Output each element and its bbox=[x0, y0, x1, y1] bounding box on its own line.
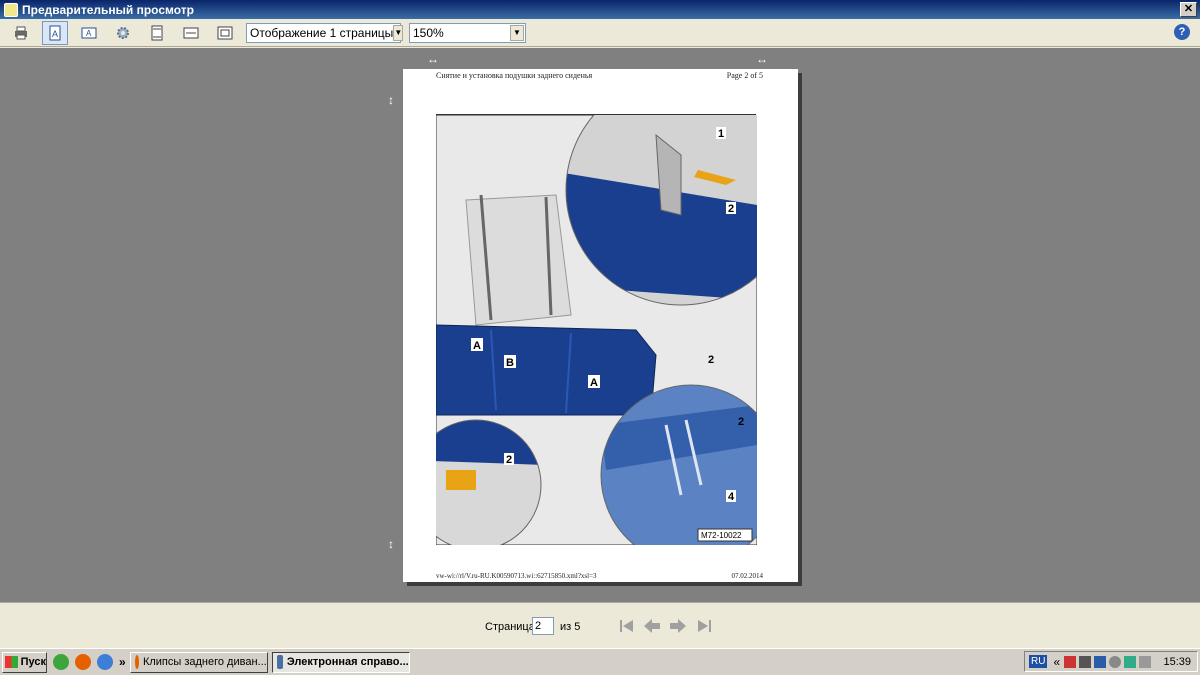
next-page-icon[interactable] bbox=[668, 616, 688, 636]
help-button[interactable]: ? bbox=[1174, 24, 1190, 40]
taskbar-item-help[interactable]: Электронная справо... bbox=[271, 651, 410, 673]
printer-icon bbox=[15, 26, 27, 39]
title-bar: Предварительный просмотр ✕ bbox=[0, 0, 1200, 19]
toolbar: A A Отображение 1 страницы ▼ 150% ▼ ? bbox=[0, 19, 1200, 47]
svg-text:A: A bbox=[86, 29, 92, 38]
page-header-title: Снятие и установка подушки заднего сиден… bbox=[436, 71, 593, 80]
taskbar-item-firefox[interactable]: Клипсы заднего диван... bbox=[129, 651, 268, 673]
windows-flag-icon bbox=[5, 656, 18, 668]
printer-tray-icon[interactable] bbox=[1139, 655, 1152, 668]
document-page: Снятие и установка подушки заднего сиден… bbox=[403, 69, 798, 582]
page-navigation: Страница 2 из 5 bbox=[0, 602, 1200, 648]
zoom-select[interactable]: 150% ▼ bbox=[409, 22, 526, 43]
speaker-icon[interactable] bbox=[1079, 655, 1092, 668]
firefox-icon bbox=[134, 655, 139, 669]
firefox-icon[interactable] bbox=[75, 654, 91, 670]
header-footer-icon bbox=[151, 25, 163, 40]
language-indicator[interactable]: RU bbox=[1029, 655, 1048, 668]
window-title: Предварительный просмотр bbox=[22, 2, 194, 17]
previous-page-icon[interactable] bbox=[642, 616, 662, 636]
help-app-icon bbox=[276, 655, 283, 669]
update-icon[interactable] bbox=[1109, 655, 1122, 668]
left-margin-handle[interactable]: ↔ bbox=[427, 53, 439, 65]
view-mode-select[interactable]: Отображение 1 страницы ▼ bbox=[246, 22, 404, 43]
taskbar: Пуск » Клипсы заднего диван... Электронн… bbox=[0, 648, 1200, 675]
antivirus-icon[interactable] bbox=[1064, 655, 1077, 668]
print-button[interactable] bbox=[8, 21, 34, 45]
view-mode-value: Отображение 1 страницы bbox=[250, 25, 394, 40]
chevron-down-icon: ▼ bbox=[393, 24, 404, 41]
zoom-value: 150% bbox=[413, 25, 444, 40]
bottom-margin-handle[interactable]: ↕ bbox=[388, 538, 394, 550]
utorrent-icon[interactable] bbox=[53, 654, 69, 670]
callout-letter: A bbox=[473, 340, 481, 352]
portrait-page-icon: A bbox=[49, 25, 61, 40]
start-label: Пуск bbox=[20, 656, 46, 668]
callout-number: 1 bbox=[718, 128, 724, 140]
seat-cushion-figure: 1 2 2 2 2 4 A B A M72-10022 bbox=[436, 115, 757, 545]
task-label: Клипсы заднего диван... bbox=[142, 656, 267, 668]
fit-width-button[interactable] bbox=[178, 21, 204, 45]
network-icon[interactable] bbox=[1094, 655, 1107, 668]
header-footer-button[interactable] bbox=[144, 21, 170, 45]
callout-number: 4 bbox=[728, 491, 735, 503]
preview-area: ↔ ↔ ↕ ↕ Снятие и установка подушки задне… bbox=[0, 48, 1200, 602]
callout-letter: A bbox=[590, 377, 598, 389]
landscape-page-icon: A bbox=[81, 27, 97, 38]
svg-text:A: A bbox=[52, 29, 58, 39]
landscape-button[interactable]: A bbox=[76, 21, 102, 45]
callout-number: 2 bbox=[708, 354, 714, 366]
gear-icon bbox=[117, 26, 129, 39]
callout-number: 2 bbox=[728, 203, 734, 215]
app-icon bbox=[4, 2, 18, 17]
callout-number: 2 bbox=[506, 454, 512, 466]
quicklaunch-more[interactable]: » bbox=[119, 655, 126, 669]
page-header-number: Page 2 of 5 bbox=[726, 71, 763, 80]
top-margin-handle[interactable]: ↕ bbox=[388, 94, 394, 106]
full-page-button[interactable] bbox=[212, 21, 238, 45]
tray-expand[interactable]: « bbox=[1053, 655, 1060, 669]
callout-letter: B bbox=[506, 357, 514, 369]
right-margin-handle[interactable]: ↔ bbox=[756, 53, 768, 65]
fit-width-icon bbox=[183, 27, 199, 38]
last-page-icon[interactable] bbox=[694, 616, 714, 636]
first-page-icon[interactable] bbox=[617, 616, 637, 636]
clock: 15:39 bbox=[1163, 655, 1191, 668]
page-setup-button[interactable] bbox=[110, 21, 136, 45]
close-button[interactable]: ✕ bbox=[1180, 2, 1197, 17]
utorrent-tray-icon[interactable] bbox=[1124, 655, 1137, 668]
callout-number: 2 bbox=[738, 416, 744, 428]
task-label: Электронная справо... bbox=[286, 656, 409, 668]
chevron-down-icon: ▼ bbox=[510, 24, 524, 41]
start-button[interactable]: Пуск bbox=[2, 651, 47, 673]
figure-code: M72-10022 bbox=[701, 531, 742, 540]
system-tray: RU « 15:39 bbox=[1024, 651, 1198, 672]
full-page-icon bbox=[217, 26, 233, 39]
page-total-label: из 5 bbox=[560, 621, 581, 633]
portrait-button[interactable]: A bbox=[42, 20, 68, 45]
internet-explorer-icon[interactable] bbox=[97, 654, 113, 670]
page-label: Страница bbox=[485, 621, 535, 633]
page-footer-date: 07.02.2014 bbox=[731, 572, 764, 580]
page-number-input[interactable]: 2 bbox=[532, 617, 554, 635]
page-footer-url: vw-wi://rl/V.ru-RU.K00590713.wi::6271585… bbox=[436, 572, 597, 580]
